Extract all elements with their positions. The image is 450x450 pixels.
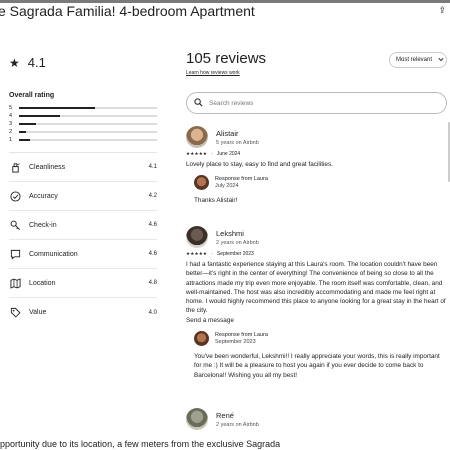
distribution-row: 5 (9, 104, 157, 112)
distribution-stars: 4 (9, 113, 13, 119)
reviewer-name: Lekshmi (216, 228, 244, 238)
category-value: 4.2 (148, 193, 157, 199)
category-cleanliness: Cleanliness 4.1 (9, 153, 157, 182)
category-label: Check-in (29, 221, 57, 229)
distribution-fill (19, 107, 95, 109)
avatar[interactable] (186, 226, 208, 248)
overall-rating-label: Overall rating (9, 92, 55, 99)
distribution-fill (19, 115, 61, 117)
category-value: 4.0 (148, 309, 157, 316)
host-avatar (194, 175, 209, 191)
response-date: July 2024 (215, 183, 239, 190)
category-ratings: Cleanliness 4.1 Accuracy 4.2 Check-in 4.… (9, 153, 157, 327)
response-text: Thanks Alistair! (194, 197, 238, 205)
key-icon (9, 219, 21, 231)
overall-rating: ★ 4.1 (9, 55, 46, 70)
review-item: Alistair 5 years on Airbnb ★★★★★ · June … (186, 126, 448, 206)
distribution-fill (19, 123, 36, 125)
review-item: René 2 years on Airbnb (186, 408, 448, 430)
category-label: Cleanliness (29, 163, 66, 171)
host-response: Response from Laura September 2023 You'v… (194, 331, 448, 380)
listing-description-snippet: pportunity due to its location, a few me… (0, 436, 450, 450)
category-value: 4.8 (148, 280, 157, 286)
distribution-stars: 3 (9, 121, 13, 127)
search-input[interactable] (209, 99, 409, 107)
category-label: Value (29, 309, 47, 316)
distribution-bar (19, 107, 157, 109)
category-communication: Communication 4.6 (9, 240, 157, 269)
distribution-row: 1 (9, 136, 157, 144)
host-response: Response from Laura July 2024 Thanks Ali… (194, 175, 448, 205)
check-circle-icon (9, 190, 21, 202)
chat-icon (9, 248, 21, 260)
category-location: Location 4.8 (9, 269, 157, 298)
distribution-stars: 1 (9, 137, 13, 143)
share-icon[interactable]: ⇪ (438, 5, 446, 16)
distribution-bar (19, 139, 157, 141)
category-label: Location (29, 279, 56, 287)
review-date: September 2023 (216, 251, 254, 257)
distribution-bar (19, 131, 157, 133)
response-label: Response from Laura (215, 176, 268, 183)
distribution-row: 4 (9, 112, 157, 120)
learn-reviews-link[interactable]: Learn how reviews work (186, 70, 240, 76)
category-value: 4.6 (148, 251, 157, 257)
category-value: 4.6 (148, 222, 157, 228)
spray-icon (9, 161, 21, 173)
distribution-fill (19, 139, 31, 141)
separator-dot: · (211, 251, 213, 257)
reviewer-name: René (216, 410, 234, 420)
category-accuracy: Accuracy 4.2 (9, 182, 157, 211)
response-text: You've been wonderful, Lekshmi!! I reall… (194, 353, 440, 379)
map-icon (9, 277, 21, 289)
category-value-rating: Value 4.0 (9, 298, 157, 327)
rating-value: 4.1 (27, 55, 46, 70)
distribution-row: 3 (9, 120, 157, 128)
search-icon (194, 94, 203, 112)
distribution-row: 2 (9, 128, 157, 136)
review-text: I had a fantastic experience staying at … (186, 261, 446, 315)
category-value: 4.1 (148, 164, 157, 170)
sort-label: Most relevant (396, 57, 433, 63)
tag-icon (9, 307, 21, 319)
reviews-list[interactable]: Alistair 5 years on Airbnb ★★★★★ · June … (186, 122, 448, 436)
avatar[interactable] (186, 126, 208, 148)
separator-dot: · (211, 151, 213, 157)
distribution-stars: 5 (9, 105, 13, 111)
send-message-link[interactable]: Send a message (186, 316, 448, 325)
distribution-bar (19, 123, 157, 125)
response-label: Response from Laura (215, 332, 268, 339)
category-label: Communication (29, 250, 78, 258)
review-date: June 2024 (216, 151, 241, 157)
star-icon: ★ (9, 55, 20, 70)
reviewer-tenure: 2 years on Airbnb (216, 239, 259, 246)
category-label: Accuracy (29, 192, 58, 200)
sort-dropdown[interactable]: Most relevant (389, 52, 447, 68)
reviewer-tenure: 5 years on Airbnb (216, 139, 259, 146)
review-item: Lekshmi 2 years on Airbnb ★★★★★ · Septem… (186, 226, 448, 380)
response-date: September 2023 (215, 339, 256, 346)
reviews-modal: ★ 4.1 Overall rating 5 4 3 2 1 Cleanline… (0, 19, 450, 436)
reviewer-name: Alistair (216, 128, 239, 138)
review-text: Lovely place to stay, easy to find and g… (186, 161, 333, 168)
distribution-stars: 2 (9, 129, 13, 135)
review-stars: ★★★★★ (186, 151, 208, 156)
reviewer-tenure: 2 years on Airbnb (216, 421, 259, 428)
rating-distribution: 5 4 3 2 1 (9, 104, 157, 144)
reviews-count-title: 105 reviews (186, 50, 267, 67)
review-stars: ★★★★★ (186, 251, 208, 256)
search-reviews-field[interactable] (186, 92, 447, 114)
host-avatar (194, 331, 209, 347)
category-check-in: Check-in 4.6 (9, 211, 157, 240)
distribution-bar (19, 115, 157, 117)
avatar[interactable] (186, 408, 208, 430)
chevron-down-icon (438, 57, 444, 64)
distribution-fill (19, 131, 26, 133)
